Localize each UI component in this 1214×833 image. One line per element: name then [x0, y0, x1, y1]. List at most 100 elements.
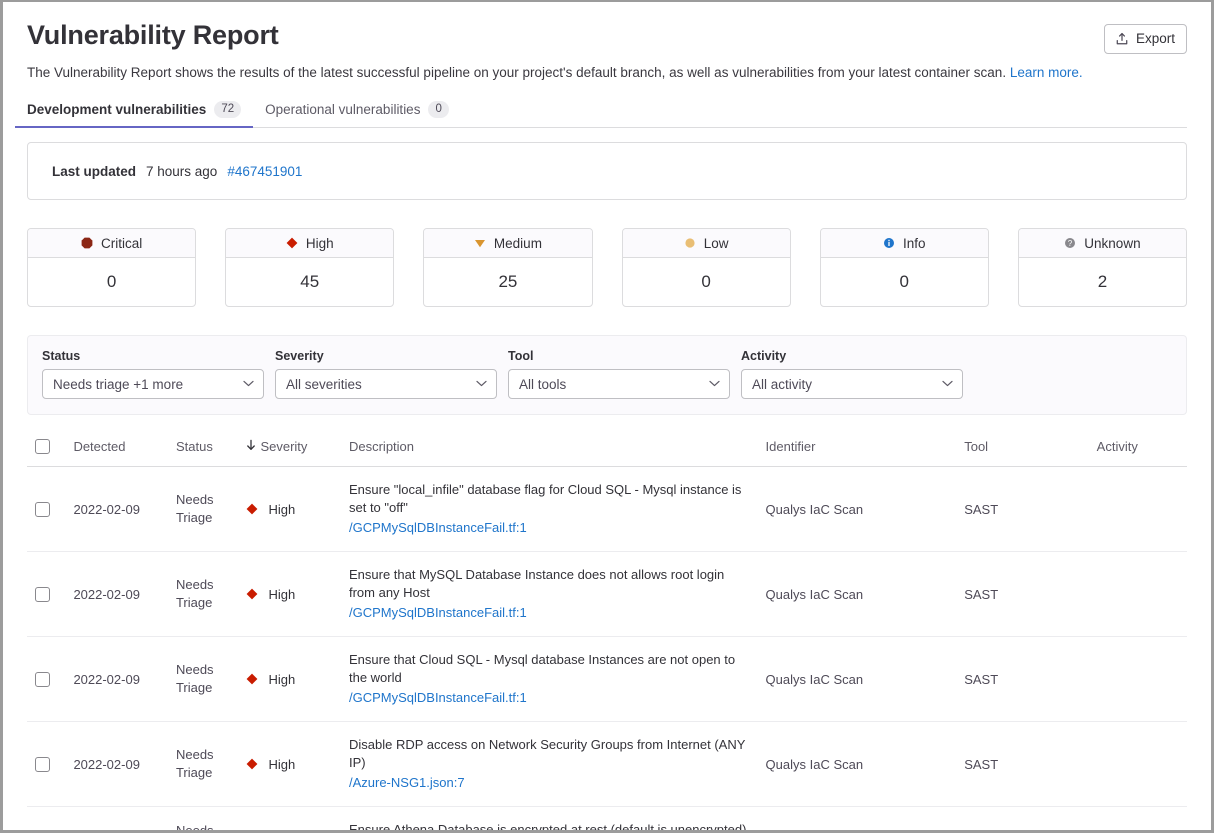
severity-card-header: ? Unknown	[1019, 229, 1186, 258]
tab-operational-vulnerabilities[interactable]: Operational vulnerabilities 0	[253, 101, 461, 127]
svg-text:?: ?	[1068, 239, 1073, 248]
cell-detected: 2022-02-09	[65, 467, 168, 552]
header-status[interactable]: Status	[168, 428, 238, 467]
page-header: Vulnerability Report Export	[27, 18, 1187, 54]
filter-severity: Severity All severities	[275, 349, 497, 399]
severity-card-high[interactable]: High 45	[225, 228, 394, 307]
export-button[interactable]: Export	[1104, 24, 1187, 54]
severity-card-label: Critical	[101, 236, 142, 251]
row-select-cell	[27, 552, 65, 637]
severity-card-critical[interactable]: Critical 0	[27, 228, 196, 307]
tab-bar: Development vulnerabilities 72 Operation…	[27, 101, 1187, 128]
severity-high-icon	[246, 673, 258, 685]
tab-development-vulnerabilities[interactable]: Development vulnerabilities 72	[15, 101, 253, 127]
table-row[interactable]: 2022-02-09 Needs Triage High Ensure that…	[27, 552, 1187, 637]
tab-label: Development vulnerabilities	[27, 102, 206, 117]
filter-label: Activity	[741, 349, 963, 363]
severity-card-header: Info	[821, 229, 988, 258]
description-location-link[interactable]: /Azure-NSG1.json:7	[349, 774, 750, 792]
cell-detected: 2022-02-09	[65, 722, 168, 807]
severity-card-info[interactable]: Info 0	[820, 228, 989, 307]
severity-card-low[interactable]: Low 0	[622, 228, 791, 307]
tab-count-badge: 0	[428, 101, 448, 118]
vulnerability-report-page: Vulnerability Report Export The Vulnerab…	[0, 0, 1214, 833]
cell-status: Needs Triage	[168, 637, 238, 722]
severity-high-icon	[246, 758, 258, 770]
cell-description: Ensure "local_infile" database flag for …	[341, 467, 758, 552]
severity-card-label: High	[306, 236, 334, 251]
chevron-down-icon	[476, 379, 487, 390]
cell-description: Disable RDP access on Network Security G…	[341, 722, 758, 807]
status-filter-value: Needs triage +1 more	[53, 377, 183, 392]
severity-low-icon	[684, 237, 696, 249]
description-location-link[interactable]: /GCPMySqlDBInstanceFail.tf:1	[349, 519, 750, 537]
cell-identifier: Qualys IaC Scan	[758, 807, 957, 833]
row-checkbox[interactable]	[35, 587, 50, 602]
description-text: Ensure "local_infile" database flag for …	[349, 482, 741, 515]
severity-card-value: 45	[226, 258, 393, 306]
page-title: Vulnerability Report	[27, 18, 279, 52]
description-location-link[interactable]: /GCPMySqlDBInstanceFail.tf:1	[349, 604, 750, 622]
header-identifier[interactable]: Identifier	[758, 428, 957, 467]
tab-label: Operational vulnerabilities	[265, 102, 420, 117]
select-all-checkbox[interactable]	[35, 439, 50, 454]
severity-summary-row: Critical 0 High 45 Medium	[27, 228, 1187, 307]
cell-severity: High	[238, 722, 341, 807]
cell-detected: 2022-02-09	[65, 552, 168, 637]
severity-card-unknown[interactable]: ? Unknown 2	[1018, 228, 1187, 307]
description-text: Disable RDP access on Network Security G…	[349, 737, 745, 770]
severity-card-label: Medium	[494, 236, 542, 251]
export-button-label: Export	[1136, 31, 1175, 47]
upload-icon	[1115, 32, 1129, 46]
table-row[interactable]: 2022-02-09 Needs Triage High Ensure Athe…	[27, 807, 1187, 833]
tool-filter-value: All tools	[519, 377, 566, 392]
row-checkbox[interactable]	[35, 757, 50, 772]
table-row[interactable]: 2022-02-09 Needs Triage High Disable RDP…	[27, 722, 1187, 807]
filter-label: Tool	[508, 349, 730, 363]
tool-filter-dropdown[interactable]: All tools	[508, 369, 730, 399]
severity-card-medium[interactable]: Medium 25	[423, 228, 592, 307]
chevron-down-icon	[709, 379, 720, 390]
cell-description: Ensure that Cloud SQL - Mysql database I…	[341, 637, 758, 722]
activity-filter-dropdown[interactable]: All activity	[741, 369, 963, 399]
cell-severity-label: High	[268, 502, 295, 517]
chevron-down-icon	[942, 379, 953, 390]
severity-card-value: 0	[623, 258, 790, 306]
table-row[interactable]: 2022-02-09 Needs Triage High Ensure "loc…	[27, 467, 1187, 552]
severity-filter-dropdown[interactable]: All severities	[275, 369, 497, 399]
cell-status: Needs Triage	[168, 807, 238, 833]
status-filter-dropdown[interactable]: Needs triage +1 more	[42, 369, 264, 399]
filter-label: Status	[42, 349, 264, 363]
cell-activity	[1089, 552, 1187, 637]
filter-label: Severity	[275, 349, 497, 363]
severity-card-header: Low	[623, 229, 790, 258]
description-text: Ensure that Cloud SQL - Mysql database I…	[349, 652, 735, 685]
select-all-header	[27, 428, 65, 467]
row-select-cell	[27, 722, 65, 807]
severity-unknown-icon: ?	[1064, 237, 1076, 249]
severity-high-icon	[246, 503, 258, 515]
filter-status: Status Needs triage +1 more	[42, 349, 264, 399]
row-checkbox[interactable]	[35, 672, 50, 687]
header-severity[interactable]: Severity	[238, 428, 341, 467]
header-description[interactable]: Description	[341, 428, 758, 467]
description-location-link[interactable]: /GCPMySqlDBInstanceFail.tf:1	[349, 689, 750, 707]
cell-status: Needs Triage	[168, 552, 238, 637]
row-checkbox[interactable]	[35, 502, 50, 517]
header-activity[interactable]: Activity	[1089, 428, 1187, 467]
severity-info-icon	[883, 237, 895, 249]
table-row[interactable]: 2022-02-09 Needs Triage High Ensure that…	[27, 637, 1187, 722]
header-detected[interactable]: Detected	[65, 428, 168, 467]
severity-card-header: High	[226, 229, 393, 258]
learn-more-link[interactable]: Learn more.	[1010, 65, 1083, 80]
cell-description: Ensure Athena Database is encrypted at r…	[341, 807, 758, 833]
cell-status: Needs Triage	[168, 722, 238, 807]
header-tool[interactable]: Tool	[956, 428, 1088, 467]
tab-count-badge: 72	[214, 101, 241, 118]
pipeline-link[interactable]: #467451901	[227, 164, 302, 179]
table-body: 2022-02-09 Needs Triage High Ensure "loc…	[27, 467, 1187, 833]
severity-medium-icon	[474, 237, 486, 249]
activity-filter-value: All activity	[752, 377, 812, 392]
cell-identifier: Qualys IaC Scan	[758, 552, 957, 637]
severity-filter-value: All severities	[286, 377, 362, 392]
